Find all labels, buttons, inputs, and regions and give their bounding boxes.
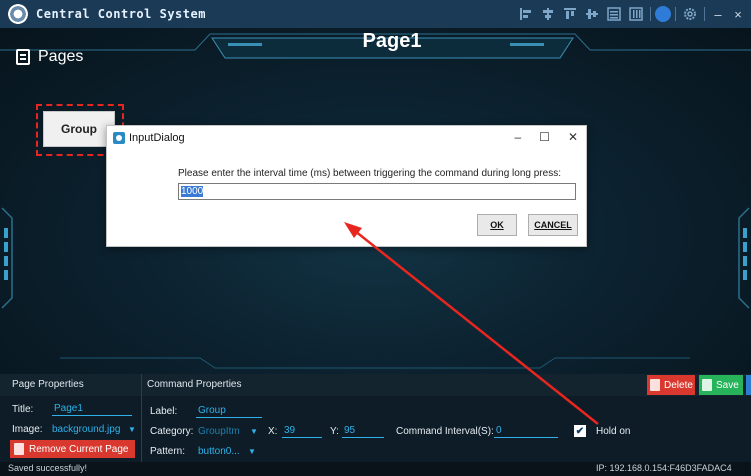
status-dot-icon[interactable]: [655, 6, 671, 22]
align-middle-icon[interactable]: [582, 5, 602, 23]
properties-panel: Page Properties Title: Page1 Image: back…: [0, 374, 751, 462]
dialog-titlebar: InputDialog – ☐ ✕: [107, 126, 586, 150]
trash-icon: [14, 443, 24, 455]
align-top-icon[interactable]: [560, 5, 580, 23]
interval-input[interactable]: 1000: [178, 183, 576, 200]
pages-icon: [16, 49, 30, 65]
interval-label: Command Interval(S):: [396, 426, 494, 437]
window-title: Central Control System: [36, 7, 206, 21]
image-select[interactable]: background.jpg: [52, 424, 120, 435]
cancel-button[interactable]: CANCEL: [528, 214, 578, 236]
minimize-button[interactable]: –: [709, 7, 727, 22]
app-logo-icon: [8, 4, 28, 24]
panel-divider: [141, 374, 142, 462]
dialog-close-button[interactable]: ✕: [568, 130, 578, 144]
dialog-title: InputDialog: [129, 132, 185, 144]
save-icon: [702, 379, 712, 391]
dialog-window-controls: – ☐ ✕: [514, 130, 578, 144]
dialog-maximize-button[interactable]: ☐: [539, 130, 550, 144]
chevron-down-icon[interactable]: ▼: [248, 447, 256, 456]
save-label: Save: [716, 379, 739, 391]
delete-label: Delete: [664, 379, 693, 391]
remove-page-label: Remove Current Page: [29, 443, 129, 455]
list-icon[interactable]: [604, 5, 624, 23]
label-field[interactable]: Group: [196, 405, 262, 418]
align-center-icon[interactable]: [538, 5, 558, 23]
trash-icon: [650, 379, 660, 391]
toolbar-divider: [704, 7, 705, 21]
pattern-select[interactable]: button0...: [198, 446, 240, 457]
x-label: X:: [268, 426, 278, 437]
align-left-icon[interactable]: [516, 5, 536, 23]
interval-field[interactable]: 0: [494, 425, 558, 438]
image-label: Image:: [12, 424, 43, 435]
panel-header: [0, 374, 751, 396]
title-field[interactable]: Page1: [52, 403, 132, 416]
page-tab[interactable]: Page1: [198, 28, 586, 62]
dialog-prompt: Please enter the interval time (ms) betw…: [178, 168, 561, 179]
command-properties-title: Command Properties: [147, 379, 242, 390]
pages-header: Pages: [16, 48, 83, 66]
close-button[interactable]: ×: [729, 7, 747, 22]
grid-icon[interactable]: [626, 5, 646, 23]
page-title: Page1: [362, 30, 422, 52]
save-button[interactable]: Save: [699, 375, 743, 395]
remove-page-button[interactable]: Remove Current Page: [10, 440, 135, 458]
delete-button[interactable]: Delete: [647, 375, 695, 395]
chevron-down-icon[interactable]: ▼: [250, 427, 258, 436]
x-field[interactable]: 39: [282, 425, 322, 438]
interval-input-value: 1000: [181, 186, 204, 197]
pattern-label: Pattern:: [150, 446, 186, 457]
ok-button[interactable]: OK: [477, 214, 517, 236]
toolbar: – ×: [516, 0, 747, 28]
input-dialog: InputDialog – ☐ ✕ Please enter the inter…: [106, 125, 587, 247]
status-bar: Saved successfully! IP: 192.168.0.154:F4…: [0, 462, 751, 476]
chevron-down-icon[interactable]: ▼: [128, 425, 136, 434]
settings-icon[interactable]: [680, 5, 700, 23]
extra-action-button[interactable]: [746, 375, 751, 395]
status-ip: IP: 192.168.0.154:F46D3FADAC4: [596, 463, 732, 473]
y-field[interactable]: 95: [342, 425, 384, 438]
toolbar-divider: [650, 7, 651, 21]
group-button[interactable]: Group: [43, 111, 115, 147]
category-label: Category:: [150, 426, 194, 437]
page-properties-title: Page Properties: [12, 379, 84, 390]
title-label: Title:: [12, 404, 34, 415]
hold-on-label: Hold on: [596, 426, 631, 437]
category-select[interactable]: GroupItm: [198, 426, 240, 437]
status-message: Saved successfully!: [8, 463, 88, 473]
hold-on-checkbox[interactable]: ✔: [574, 425, 586, 437]
title-bar: Central Control System – ×: [0, 0, 751, 28]
dialog-minimize-button[interactable]: –: [514, 130, 521, 144]
y-label: Y:: [330, 426, 339, 437]
toolbar-divider: [675, 7, 676, 21]
label-label: Label:: [150, 406, 178, 417]
dialog-app-icon: [113, 132, 125, 144]
pages-label: Pages: [38, 48, 84, 65]
